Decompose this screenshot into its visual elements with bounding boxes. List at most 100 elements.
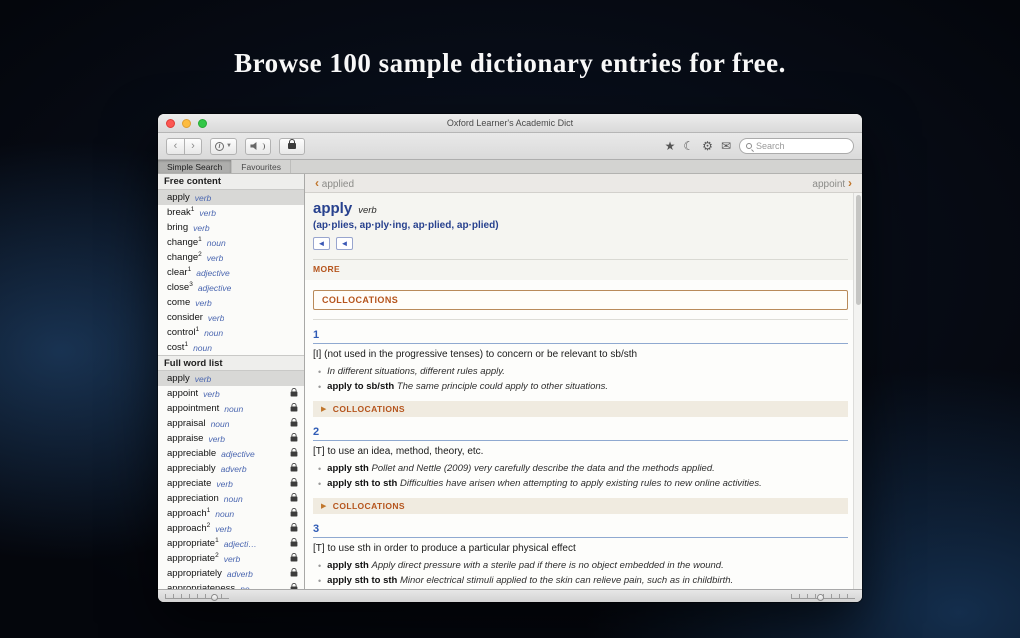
scrollbar-thumb[interactable] (856, 195, 861, 305)
word-list-item[interactable]: change1 noun (158, 235, 304, 250)
word-list-item[interactable]: cost1noun (158, 340, 304, 355)
word-list-item[interactable]: appropriate2verb (158, 551, 304, 566)
next-entry-link[interactable]: appoint › (812, 176, 852, 190)
settings-gear-icon[interactable]: ⚙ (702, 140, 713, 152)
word-list-item[interactable]: close3adjective (158, 280, 304, 295)
tab-favourites[interactable]: Favourites (232, 160, 291, 173)
word-list-item[interactable]: appreciateverb (158, 476, 304, 491)
pronunciation-button[interactable] (245, 138, 271, 155)
info-dropdown-button[interactable]: i ▼ (210, 138, 237, 155)
text-size-slider-left[interactable] (165, 592, 229, 601)
word-list-item[interactable]: appreciable adjective (158, 446, 304, 461)
word-list-item[interactable]: applyverb (158, 190, 304, 205)
collocation-pattern: apply sth to sth (327, 575, 400, 586)
search-field[interactable] (739, 138, 854, 154)
slider-knob[interactable] (211, 594, 218, 601)
word-list-word: appoint (167, 388, 198, 399)
word-list-pos: adjective (198, 283, 232, 293)
word-list-item[interactable]: appropriatenessno… (158, 581, 304, 589)
sense-number: 1 (313, 329, 848, 341)
zoom-window-button[interactable] (198, 119, 207, 128)
collocations-panel[interactable]: COLLOCATIONS (313, 290, 848, 310)
word-list-item[interactable]: appropriatelyadverb (158, 566, 304, 581)
lock-icon (291, 541, 298, 546)
word-list-item[interactable]: appropriate1 adjecti… (158, 536, 304, 551)
word-list-pos: verb (195, 298, 212, 308)
word-list-pos: adverb (227, 569, 253, 579)
word-list-pos: adjective (221, 449, 255, 459)
word-list-item[interactable]: appreciationnoun (158, 491, 304, 506)
word-list-word: appreciable (167, 448, 216, 459)
word-list-item[interactable]: appraisal noun (158, 416, 304, 431)
collocations-toggle[interactable]: ▶COLLOCATIONS (313, 401, 848, 417)
sense-definition: [I] (not used in the progressive tenses)… (313, 349, 848, 360)
tab-simple-search[interactable]: Simple Search (158, 160, 232, 173)
feedback-envelope-icon[interactable]: ✉ (721, 140, 731, 152)
pronounce-audio-button-2[interactable]: ◄ (336, 237, 353, 250)
lock-icon (291, 391, 298, 396)
unlock-content-button[interactable] (279, 138, 305, 155)
favourite-star-icon[interactable]: ★ (665, 140, 676, 152)
entry-pane: ‹ applied appoint › applyverb (ap·plies,… (305, 174, 862, 589)
word-list-item[interactable]: comeverb (158, 295, 304, 310)
word-list-word: appraisal (167, 418, 206, 429)
word-list-item[interactable]: appointment noun (158, 401, 304, 416)
word-list-pos: noun (224, 404, 243, 414)
word-list-item[interactable]: control1noun (158, 325, 304, 340)
word-list-word: appropriate1 (167, 537, 219, 549)
word-list-item[interactable]: change2verb (158, 250, 304, 265)
sense-definition: [T] to use an idea, method, theory, etc. (313, 446, 848, 457)
word-list-word: appointment (167, 403, 219, 414)
word-list-pos: verb (216, 479, 233, 489)
sound-wave-icon (262, 143, 265, 150)
word-list-item[interactable]: approach1noun (158, 506, 304, 521)
word-list-item[interactable]: appreciablyadverb (158, 461, 304, 476)
word-list-pos: noun (211, 419, 230, 429)
triangle-right-icon: ▶ (321, 502, 327, 510)
next-entry-label: appoint (812, 179, 845, 190)
word-list-word: break1 (167, 206, 194, 218)
senses-list: 1 [I] (not used in the progressive tenses… (313, 329, 848, 589)
lock-icon (291, 496, 298, 501)
word-list-item[interactable]: break1verb (158, 205, 304, 220)
word-list-pos: noun (207, 238, 226, 248)
word-list-word: change1 (167, 236, 202, 248)
word-list-pos: noun (193, 343, 212, 353)
example-sentence: •apply sth Pollet and Nettle (2009) very… (313, 461, 848, 476)
toolbar: ‹ › i ▼ ★ ☾ ⚙ ✉ (158, 133, 862, 160)
word-list-item[interactable]: considerverb (158, 310, 304, 325)
text-size-slider-right[interactable] (791, 592, 855, 601)
night-mode-moon-icon[interactable]: ☾ (683, 140, 694, 152)
pronounce-audio-button-1[interactable]: ◄ (313, 237, 330, 250)
word-list-pos: adjecti… (224, 539, 257, 549)
word-list-pos: verb (207, 253, 224, 263)
example-sentence: •apply sth to sth Minor electrical stimu… (313, 573, 848, 588)
word-list-pos: adjective (196, 268, 230, 278)
collocations-toggle[interactable]: ▶COLLOCATIONS (313, 498, 848, 514)
minimize-window-button[interactable] (182, 119, 191, 128)
collocation-pattern: apply sth (327, 463, 371, 474)
word-list-word: appropriate2 (167, 552, 219, 564)
word-list-item[interactable]: appointverb (158, 386, 304, 401)
sense-number: 2 (313, 426, 848, 438)
slider-knob[interactable] (817, 594, 824, 601)
close-window-button[interactable] (166, 119, 175, 128)
word-list-word: appreciably (167, 463, 216, 474)
back-button[interactable]: ‹ (166, 138, 184, 155)
word-list-item[interactable]: bringverb (158, 220, 304, 235)
word-list-word: consider (167, 312, 203, 323)
forward-button[interactable]: › (184, 138, 202, 155)
lock-icon (291, 571, 298, 576)
sidebar-word-list: Free contentapplyverbbreak1verbbringverb… (158, 174, 305, 589)
word-list-item[interactable]: approach2verb (158, 521, 304, 536)
search-icon (746, 143, 752, 149)
more-toggle[interactable]: MORE (313, 260, 848, 280)
word-list-item[interactable]: applyverb (158, 371, 304, 386)
word-list-item[interactable]: appraiseverb (158, 431, 304, 446)
word-list-item[interactable]: clear1 adjective (158, 265, 304, 280)
search-input[interactable] (756, 141, 846, 151)
word-list-word: clear1 (167, 266, 191, 278)
prev-entry-link[interactable]: ‹ applied (315, 176, 354, 190)
example-sentence: •apply sth to sth Difficulties have aris… (313, 476, 848, 491)
scrollbar[interactable] (853, 193, 862, 589)
